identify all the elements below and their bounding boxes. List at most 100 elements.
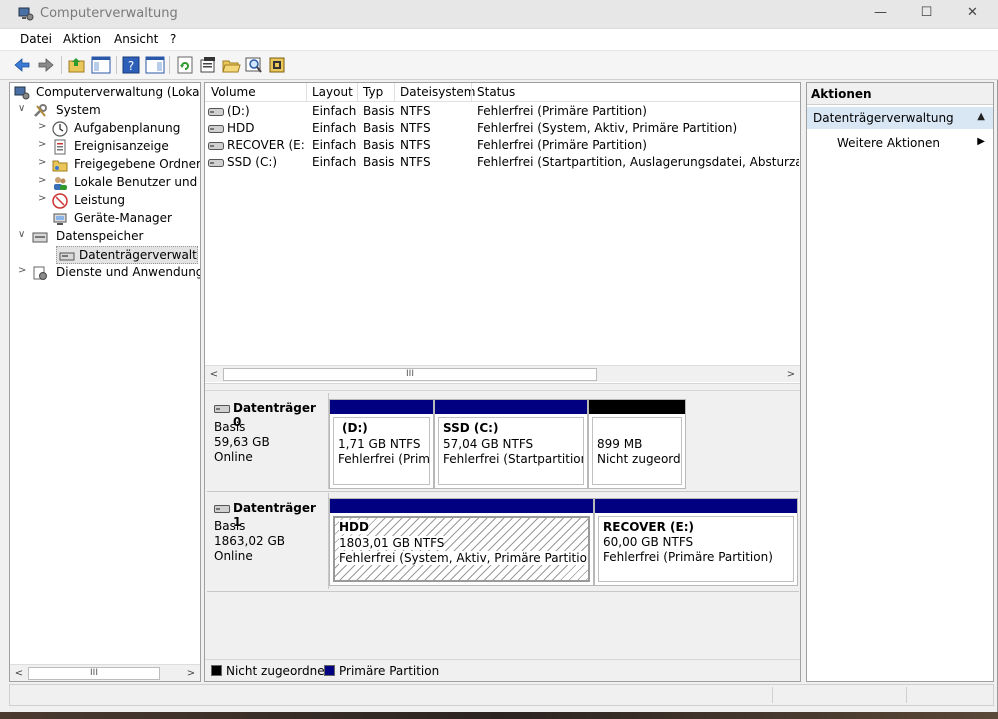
partition-recover-e[interactable]: RECOVER (E:) 60,00 GB NTFS Fehlerfrei (P…	[594, 498, 798, 586]
tree-horizontal-scrollbar[interactable]: < III >	[10, 664, 200, 681]
table-row[interactable]: (D:) Einfach Basis NTFS Fehlerfrei (Prim…	[205, 103, 800, 120]
scroll-right-icon[interactable]: >	[783, 367, 799, 382]
volume-status: Fehlerfrei (Primäre Partition)	[477, 138, 647, 152]
collapse-icon[interactable]: ∨	[18, 229, 30, 240]
scroll-left-icon[interactable]: <	[11, 666, 27, 681]
submenu-arrow-icon: ▶	[977, 136, 985, 147]
refresh-icon[interactable]	[175, 55, 195, 75]
shared-folder-icon	[52, 160, 68, 172]
search-icon[interactable]	[244, 55, 264, 75]
disk-1-label[interactable]: Datenträger 1 Basis 1863,02 GB Online	[207, 493, 329, 589]
tree-item-device-manager[interactable]: Geräte-Manager	[38, 210, 200, 228]
partition-unallocated[interactable]: 899 MB Nicht zugeordn	[588, 399, 686, 489]
menu-help[interactable]: ?	[170, 32, 176, 46]
properties-icon[interactable]	[198, 55, 218, 75]
status-divider	[772, 687, 773, 703]
volume-type: Basis	[363, 121, 395, 135]
title-bar[interactable]: Computerverwaltung — ☐ ✕	[0, 0, 998, 29]
partition-body: RECOVER (E:) 60,00 GB NTFS Fehlerfrei (P…	[598, 516, 794, 582]
expand-icon[interactable]: >	[38, 175, 50, 186]
tree-item-storage[interactable]: ∨ Datenspeicher	[18, 228, 200, 246]
partition-status: Fehlerfrei (Startpartition, A	[443, 452, 584, 466]
open-folder-icon[interactable]	[221, 55, 241, 75]
panel-icon[interactable]	[145, 55, 165, 75]
desktop-background	[0, 712, 998, 719]
partition-status: Nicht zugeordn	[597, 452, 682, 466]
volume-list-horizontal-scrollbar[interactable]: < III >	[205, 365, 800, 382]
partition-d[interactable]: (D:) 1,71 GB NTFS Fehlerfrei (Primä	[329, 399, 434, 489]
table-row[interactable]: HDD Einfach Basis NTFS Fehlerfrei (Syste…	[205, 120, 800, 137]
show-hide-tree-icon[interactable]	[91, 55, 111, 75]
status-divider	[906, 687, 907, 703]
volume-layout: Einfach	[312, 155, 357, 169]
expand-icon[interactable]: >	[38, 139, 50, 150]
menu-ansicht[interactable]: Ansicht	[114, 32, 158, 46]
table-row[interactable]: RECOVER (E:) Einfach Basis NTFS Fehlerfr…	[205, 137, 800, 154]
menu-aktion[interactable]: Aktion	[63, 32, 101, 46]
tree-item-task-scheduler[interactable]: > Aufgabenplanung	[38, 120, 200, 138]
column-divider[interactable]	[306, 83, 307, 102]
table-row[interactable]: SSD (C:) Einfach Basis NTFS Fehlerfrei (…	[205, 154, 800, 171]
forward-arrow-icon[interactable]	[36, 55, 56, 75]
tree-item-shared-folders[interactable]: > Freigegebene Ordner	[38, 156, 200, 174]
scroll-thumb[interactable]: III	[223, 368, 597, 381]
disk-name: Datenträger 1	[233, 501, 316, 529]
scroll-right-icon[interactable]: >	[183, 666, 199, 681]
disk-icon	[214, 505, 230, 513]
legend-label-unallocated: Nicht zugeordnet	[226, 664, 330, 678]
column-divider[interactable]	[471, 83, 472, 102]
disk-name: Datenträger 0	[233, 401, 316, 429]
expand-icon[interactable]: >	[38, 157, 50, 168]
column-type[interactable]: Typ	[363, 85, 383, 99]
column-divider[interactable]	[394, 83, 395, 102]
tree-item-label: Freigegebene Ordner	[74, 157, 200, 171]
actions-title: Aktionen	[811, 87, 872, 101]
actions-section-disk-management[interactable]: Datenträgerverwaltung ▲	[807, 107, 993, 129]
disk-0-label[interactable]: Datenträger 0 Basis 59,63 GB Online	[207, 393, 329, 489]
column-volume[interactable]: Volume	[211, 85, 256, 99]
collapse-icon[interactable]: ∨	[18, 103, 30, 114]
computer-management-icon	[18, 7, 34, 21]
volume-status: Fehlerfrei (System, Aktiv, Primäre Parti…	[477, 121, 738, 135]
partition-body: (D:) 1,71 GB NTFS Fehlerfrei (Primä	[333, 417, 430, 485]
tree-item-label: Computerverwaltung (Lokal)	[36, 85, 200, 99]
minimize-button[interactable]: —	[858, 0, 903, 28]
collapse-up-icon[interactable]: ▲	[977, 111, 985, 122]
column-status[interactable]: Status	[477, 85, 515, 99]
more-actions-item[interactable]: Weitere Aktionen ▶	[807, 133, 993, 153]
partition-hdd[interactable]: HDD 1803,01 GB NTFS Fehlerfrei (System, …	[329, 498, 594, 586]
storage-icon	[32, 232, 48, 243]
actions-header: Aktionen	[807, 83, 993, 105]
pane-splitter[interactable]	[205, 383, 800, 391]
tree-item-performance[interactable]: > Leistung	[38, 192, 200, 210]
column-layout[interactable]: Layout	[312, 85, 353, 99]
expand-icon[interactable]: >	[18, 265, 30, 276]
partition-body: HDD 1803,01 GB NTFS Fehlerfrei (System, …	[333, 516, 590, 582]
column-filesystem[interactable]: Dateisystem	[400, 85, 475, 99]
tree-item-local-users[interactable]: > Lokale Benutzer und Gruppen	[38, 174, 200, 192]
partition-ssd-c[interactable]: SSD (C:) 57,04 GB NTFS Fehlerfrei (Start…	[434, 399, 588, 489]
maximize-button[interactable]: ☐	[904, 0, 949, 28]
partition-bar	[595, 499, 797, 513]
tree-item-system[interactable]: ∨ System	[18, 102, 200, 120]
tree-item-event-viewer[interactable]: > Ereignisanzeige	[38, 138, 200, 156]
help-icon[interactable]: ?	[121, 55, 141, 75]
settings-icon[interactable]	[267, 55, 287, 75]
console-tree-pane[interactable]: Computerverwaltung (Lokal) ∨ System > Au…	[9, 82, 201, 682]
expand-icon[interactable]: >	[38, 121, 50, 132]
tree-item-root[interactable]: Computerverwaltung (Lokal)	[14, 84, 200, 102]
menu-datei[interactable]: Datei	[20, 32, 52, 46]
column-divider[interactable]	[357, 83, 358, 102]
partition-size: 1,71 GB NTFS	[338, 437, 421, 451]
tree-item-disk-management[interactable]: Datenträgerverwaltung	[56, 246, 198, 264]
expand-icon[interactable]: >	[38, 193, 50, 204]
up-folder-icon[interactable]	[67, 55, 87, 75]
volume-name: (D:)	[227, 104, 250, 118]
volume-type: Basis	[363, 155, 395, 169]
tree-item-label: System	[56, 103, 101, 117]
tree-item-services-apps[interactable]: > Dienste und Anwendungen	[18, 264, 200, 282]
close-button[interactable]: ✕	[950, 0, 995, 28]
back-arrow-icon[interactable]	[12, 55, 32, 75]
scroll-left-icon[interactable]: <	[206, 367, 222, 382]
scroll-thumb[interactable]: III	[28, 667, 160, 680]
